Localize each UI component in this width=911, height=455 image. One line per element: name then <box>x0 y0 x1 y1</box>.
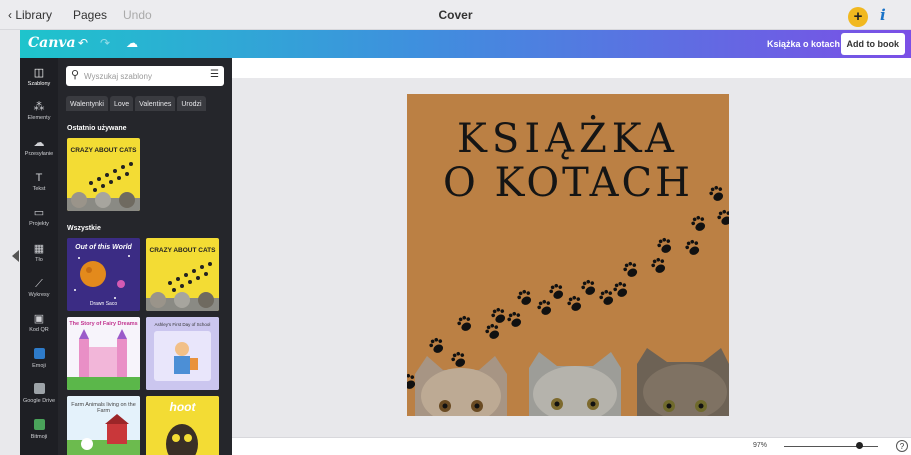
template-thumb-crazy-cats[interactable]: CRAZY ABOUT CATS <box>146 238 219 311</box>
collapse-left-arrow-icon[interactable] <box>12 250 19 262</box>
thumb-title: Farm Animals living on the Farm <box>71 402 136 414</box>
rail-label: Szablony <box>27 81 51 87</box>
rail-label: Projekty <box>29 221 49 227</box>
rail-label: Wykresy <box>28 292 50 298</box>
book-name-label: Książka o kotach <box>766 39 840 49</box>
cat-middle-photo <box>529 352 621 416</box>
tool-rail: ◫ Szablony ⁂ Elementy ☁ Przesyłanie T Te… <box>20 58 58 455</box>
app-topbar: ‹ Library Pages Undo Cover + i <box>0 0 911 30</box>
zoom-bar: 97% ? <box>232 437 911 455</box>
thumb-author: Drawn Saco <box>89 301 118 307</box>
zoom-slider-track[interactable] <box>784 446 878 447</box>
text-icon: T <box>35 172 43 184</box>
filter-sliders-icon[interactable]: ☰ <box>210 69 219 80</box>
rail-item-elements[interactable]: ⁂ Elementy <box>20 100 58 122</box>
chip[interactable]: Love <box>109 96 134 111</box>
folder-icon: ▭ <box>33 207 45 219</box>
chart-icon: ⟋ <box>35 278 43 290</box>
thumb-title: Ashley's First Day of School <box>154 322 211 327</box>
templates-panel: ⚲ ☰ WalentynkiLoveValentinesUrodzi Ostat… <box>58 58 232 455</box>
redo-arrow-icon[interactable]: ↷ <box>100 36 110 50</box>
rail-label: Tło <box>35 257 43 263</box>
undo-arrow-icon[interactable]: ↶ <box>78 36 88 50</box>
cat-paws-illustration <box>146 262 219 311</box>
rail-label: Tekst <box>32 186 46 192</box>
rail-item-text[interactable]: T Tekst <box>20 171 58 193</box>
thumb-title: Out of this World <box>75 244 132 251</box>
google-drive-icon <box>33 383 45 394</box>
background-icon: ▦ <box>33 243 45 255</box>
emoji-icon <box>33 348 45 359</box>
zoom-level: 97% <box>753 442 768 449</box>
thumb-title: hoot <box>169 400 196 414</box>
rail-item-background[interactable]: ▦ Tło <box>20 242 58 264</box>
chip[interactable]: Walentynki <box>66 96 108 111</box>
thumb-title: The Story of Fairy Dreams <box>69 321 138 327</box>
recent-heading: Ostatnio używane <box>67 125 127 132</box>
qr-code-icon: ▣ <box>33 313 45 325</box>
template-thumb-out-of-this-world[interactable]: Out of this World Drawn Saco <box>67 238 140 311</box>
rail-label: Emoji <box>32 363 46 369</box>
cat-paws-illustration <box>67 162 140 211</box>
cat-left-photo <box>415 356 507 416</box>
rail-item-qr[interactable]: ▣ Kod QR <box>20 312 58 334</box>
castle-illustration <box>67 317 140 390</box>
elements-icon: ⁂ <box>33 101 45 113</box>
rail-item-emoji[interactable]: Emoji <box>20 348 58 370</box>
canva-logo: Canva <box>28 35 76 51</box>
template-thumb-farm-animals[interactable]: Farm Animals living on the Farm <box>67 396 140 455</box>
chip[interactable]: Valentines <box>135 96 176 111</box>
template-thumb-hoot[interactable]: hoot <box>146 396 219 455</box>
book-cover-design[interactable]: KSIĄŻKA O KOTACH <box>407 94 729 416</box>
canvas-toolbar-strip <box>232 58 911 78</box>
rail-label: Elementy <box>27 115 51 121</box>
rail-item-templates[interactable]: ◫ Szablony <box>20 66 58 88</box>
suggestion-chips: Walentynki Love Valentines Urodzi <box>66 93 232 111</box>
template-icon: ◫ <box>33 67 45 79</box>
canva-header: Canva ↶ ↷ ☁ Książka o kotach Add to book <box>20 30 911 58</box>
rail-label: Bitmoji <box>30 434 48 440</box>
upload-cloud-icon: ☁ <box>33 137 45 149</box>
rail-item-projects[interactable]: ▭ Projekty <box>20 206 58 228</box>
search-icon: ⚲ <box>71 69 80 81</box>
info-icon[interactable]: i <box>880 6 886 24</box>
rail-item-bitmoji[interactable]: Bitmoji <box>20 419 58 441</box>
rail-item-google-drive[interactable]: Google Drive <box>20 383 58 405</box>
zoom-slider-knob[interactable] <box>856 442 864 449</box>
add-plus-icon[interactable]: + <box>848 7 868 27</box>
add-to-book-button[interactable]: Add to book <box>840 33 905 55</box>
school-kid-illustration <box>146 317 219 390</box>
help-icon[interactable]: ? <box>896 440 908 452</box>
template-thumb-crazy-cats-recent[interactable]: CRAZY ABOUT CATS <box>67 138 140 211</box>
chip[interactable]: Urodzi <box>177 96 206 111</box>
template-thumb-ashley-school[interactable]: Ashley's First Day of School <box>146 317 219 390</box>
template-search-box[interactable]: ⚲ ☰ <box>66 66 224 86</box>
document-title: Cover <box>438 8 473 22</box>
cat-right-photo <box>637 348 729 416</box>
all-heading: Wszystkie <box>67 225 101 232</box>
bitmoji-icon <box>33 419 45 430</box>
cats-illustration <box>415 348 729 416</box>
rail-label: Przesyłanie <box>24 151 54 157</box>
rail-item-charts[interactable]: ⟋ Wykresy <box>20 277 58 299</box>
rail-item-uploads[interactable]: ☁ Przesyłanie <box>20 136 58 158</box>
rail-label: Google Drive <box>22 398 56 404</box>
template-thumb-fairy-dreams[interactable]: The Story of Fairy Dreams <box>67 317 140 390</box>
cloud-sync-icon: ☁ <box>126 36 138 50</box>
search-input[interactable] <box>84 69 194 83</box>
rail-label: Kod QR <box>29 327 49 333</box>
